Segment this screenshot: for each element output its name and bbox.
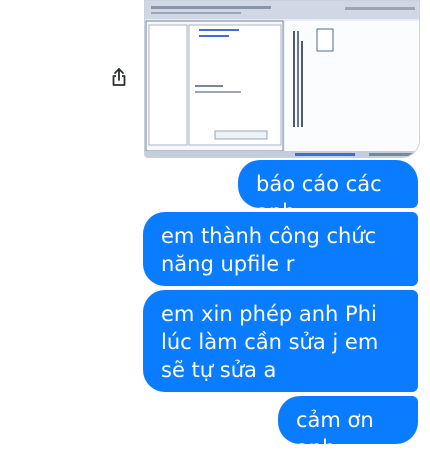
attachment-image[interactable]	[144, 0, 420, 158]
message-bubble[interactable]: cảm ơn anh	[278, 396, 418, 460]
message-bubble[interactable]: em thành công chức năng upfile r	[143, 212, 418, 286]
message-bubble[interactable]: báo cáo các anh	[238, 160, 418, 224]
message-bubble[interactable]: em xin phép anh Phi lúc làm cần sửa j em…	[143, 290, 418, 392]
share-icon	[111, 67, 127, 91]
message-text: em thành công chức năng upfile r	[161, 224, 377, 276]
share-button[interactable]	[106, 66, 132, 92]
message-text: cảm ơn anh	[296, 408, 374, 460]
message-text: em xin phép anh Phi lúc làm cần sửa j em…	[161, 302, 379, 382]
screenshot-preview	[145, 1, 419, 157]
